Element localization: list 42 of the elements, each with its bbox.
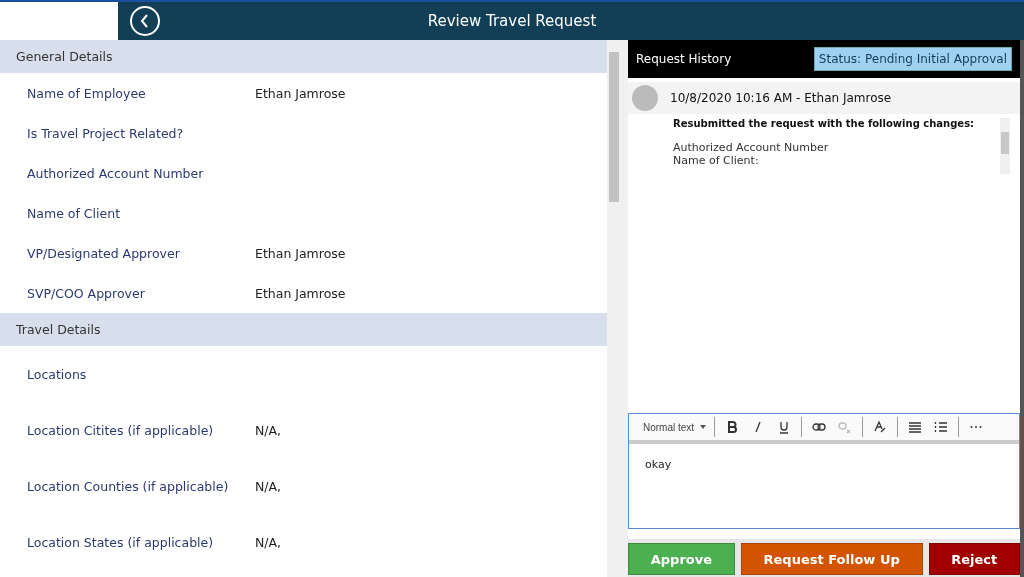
avatar bbox=[632, 85, 658, 111]
field-label: Is Travel Project Related? bbox=[27, 125, 185, 141]
section-header: General Details bbox=[0, 40, 607, 73]
comment-line: Authorized Account Number bbox=[673, 141, 830, 154]
page-title: Review Travel Request bbox=[426, 12, 598, 30]
field-label: SVP/COO Approver bbox=[27, 285, 146, 301]
field-label: VP/Designated Approver bbox=[27, 245, 181, 261]
field-label: Name of Client bbox=[27, 205, 122, 221]
field-label: Name of Employee bbox=[27, 85, 147, 101]
field-label: Authorized Account Number bbox=[27, 165, 205, 181]
link-icon bbox=[812, 420, 827, 434]
field-value: Ethan Jamrose bbox=[255, 245, 346, 261]
bold-icon bbox=[725, 420, 740, 434]
panel-title: Request History bbox=[636, 52, 732, 66]
field-value: Ethan Jamrose bbox=[255, 285, 346, 301]
field-value: N/A, bbox=[255, 478, 282, 494]
action-button[interactable]: Reject bbox=[928, 543, 1020, 575]
caret-icon bbox=[700, 425, 707, 429]
field-value: N/A, bbox=[255, 422, 282, 438]
rich-text-editor[interactable]: Normal text okay bbox=[628, 413, 1020, 529]
comment-heading: Resubmitted the request with the following changes: bbox=[673, 118, 976, 129]
back-button[interactable] bbox=[130, 6, 160, 36]
status-badge: Status: Pending Initial Approval bbox=[813, 47, 1012, 71]
scrollbar[interactable] bbox=[1000, 118, 1010, 174]
field-value: Ethan Jamrose bbox=[255, 85, 346, 101]
text-style-dropdown[interactable]: Normal text bbox=[643, 421, 707, 433]
link-button[interactable] bbox=[810, 420, 829, 434]
field-label: Location Counties (if applicable) bbox=[27, 478, 230, 494]
numbered-list-icon bbox=[934, 420, 949, 434]
field-label: Location Citites (if applicable) bbox=[27, 422, 215, 438]
field-label: Locations bbox=[27, 366, 88, 382]
field-label: Location States (if applicable) bbox=[27, 534, 215, 550]
history-meta: 10/8/2020 10:16 AM - Ethan Jamrose bbox=[670, 91, 892, 105]
action-button[interactable]: Request Follow Up bbox=[740, 543, 923, 575]
comment-line: Name of Client: bbox=[673, 154, 760, 167]
editor-text: okay bbox=[644, 457, 673, 473]
bullet-list-icon bbox=[908, 420, 923, 434]
section-header: Travel Details bbox=[0, 313, 607, 346]
scrollbar[interactable] bbox=[607, 40, 620, 577]
unlink-icon bbox=[838, 420, 853, 434]
field-value: N/A, bbox=[255, 534, 282, 550]
clear-format-icon bbox=[873, 420, 888, 434]
